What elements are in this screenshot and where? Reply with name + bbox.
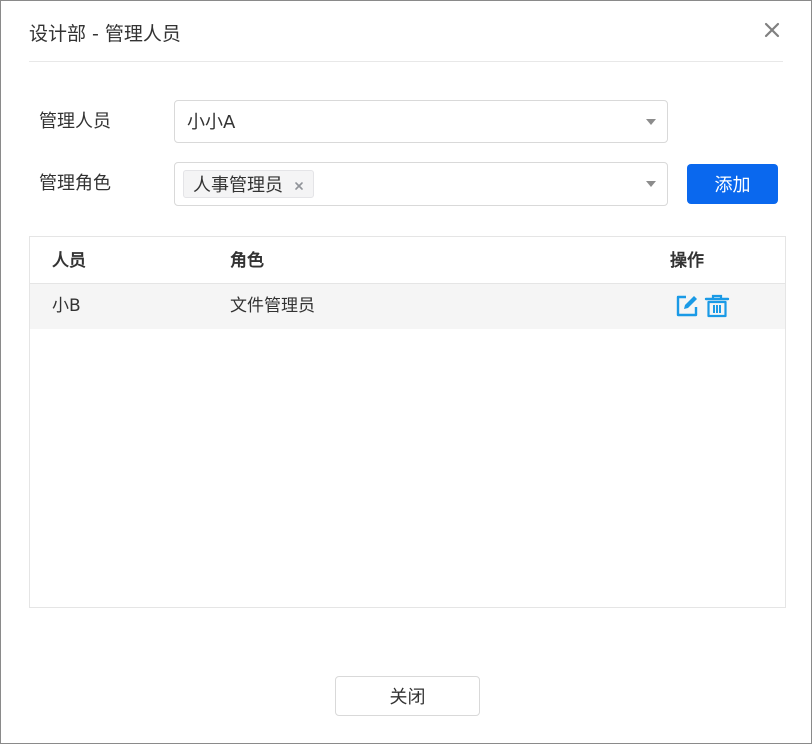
role-label: 管理角色 bbox=[39, 173, 111, 194]
close-button[interactable]: 关闭 bbox=[335, 676, 480, 716]
chevron-down-icon bbox=[646, 181, 656, 187]
manager-select[interactable]: 小小A bbox=[174, 100, 668, 143]
role-tag-label: 人事管理员 bbox=[193, 175, 283, 196]
manager-label: 管理人员 bbox=[39, 111, 111, 132]
manage-personnel-dialog: 设计部 - 管理人员 管理人员 小小A 管理角色 人事管理员 添加 人员 角色 … bbox=[0, 0, 812, 744]
assignment-table: 人员 角色 操作 小B 文件管理员 bbox=[29, 236, 786, 608]
column-header-person: 人员 bbox=[52, 251, 86, 271]
role-select[interactable]: 人事管理员 bbox=[174, 162, 668, 206]
cell-role: 文件管理员 bbox=[230, 296, 315, 316]
close-icon[interactable] bbox=[761, 19, 783, 41]
delete-icon[interactable] bbox=[704, 293, 730, 319]
role-tag: 人事管理员 bbox=[183, 170, 314, 198]
tag-close-icon[interactable] bbox=[292, 177, 306, 191]
manager-select-value: 小小A bbox=[187, 112, 236, 133]
dialog-title: 设计部 - 管理人员 bbox=[29, 23, 181, 45]
cell-person: 小B bbox=[52, 296, 81, 316]
column-header-role: 角色 bbox=[230, 251, 264, 271]
title-divider bbox=[29, 61, 783, 62]
column-header-actions: 操作 bbox=[670, 251, 704, 271]
chevron-down-icon bbox=[646, 118, 656, 125]
table-header: 人员 角色 操作 bbox=[30, 237, 785, 284]
table-row: 小B 文件管理员 bbox=[30, 284, 785, 329]
add-button[interactable]: 添加 bbox=[687, 164, 778, 204]
edit-icon[interactable] bbox=[674, 293, 700, 319]
